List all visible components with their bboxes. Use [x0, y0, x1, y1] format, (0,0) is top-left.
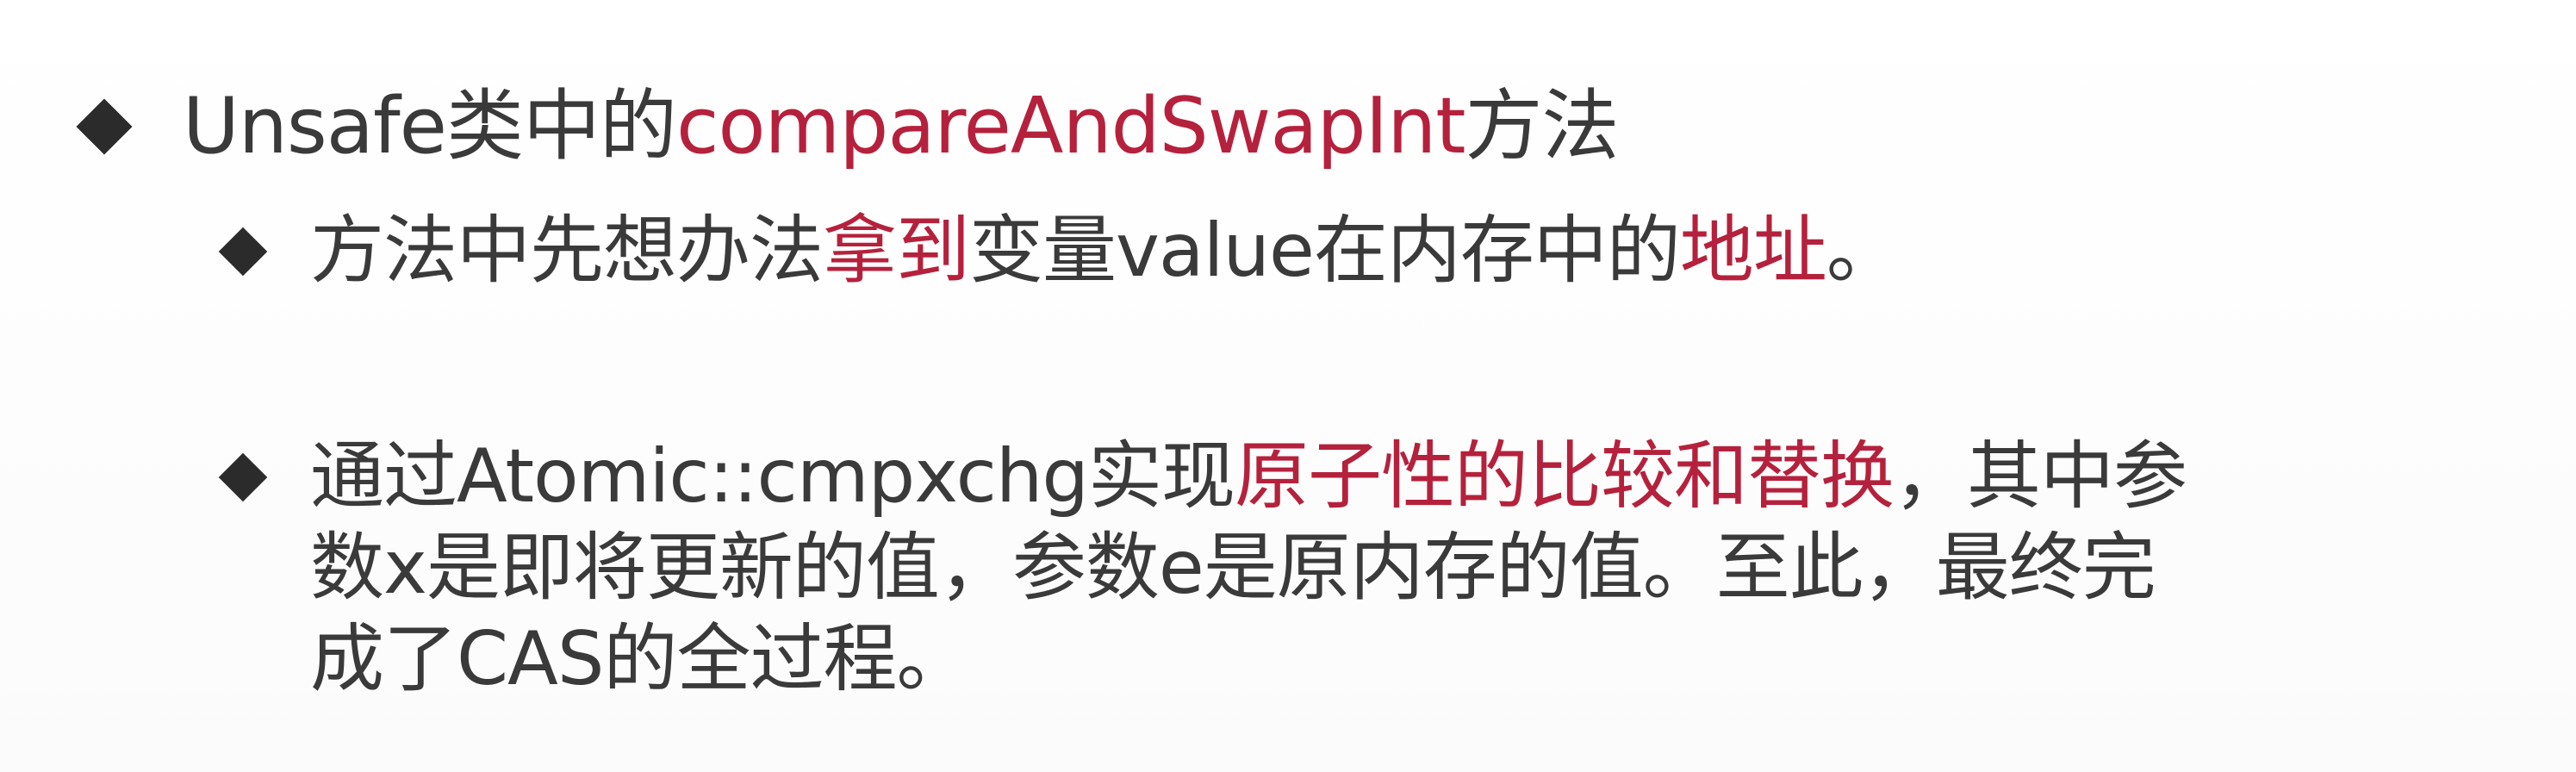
slide: Unsafe类中的compareAndSwapInt方法 方法中先想办法拿到变量…: [0, 0, 2576, 772]
bullet-text: 通过Atomic::cmpxchg实现原子性的比较和替换，其中参 数x是即将更新…: [310, 431, 2507, 705]
diamond-bullet-icon: [226, 460, 260, 495]
text-segment: Unsafe类中的: [183, 81, 677, 171]
text-segment: 数x是即将更新的值，参数e是原内存的值。至此，最终完: [310, 525, 2156, 611]
text-segment: 。: [1826, 208, 1901, 294]
text-line: 成了CAS的全过程。: [310, 613, 2507, 705]
text-line: 数x是即将更新的值，参数e是原内存的值。至此，最终完: [310, 522, 2507, 613]
diamond-bullet-icon: [84, 107, 124, 146]
bullet-text: Unsafe类中的compareAndSwapInt方法: [183, 76, 1620, 177]
highlight-segment: compareAndSwapInt: [676, 81, 1466, 171]
bullet-level2: 方法中先想办法拿到变量value在内存中的地址。: [226, 205, 1901, 296]
bullet-level2: 通过Atomic::cmpxchg实现原子性的比较和替换，其中参 数x是即将更新…: [226, 431, 2535, 705]
text-segment: 方法中先想办法: [310, 208, 824, 294]
highlight-segment: 拿到: [823, 208, 970, 294]
bullet-text: 方法中先想办法拿到变量value在内存中的地址。: [310, 205, 1901, 296]
text-segment: 方法: [1465, 81, 1620, 171]
text-segment: 通过Atomic::cmpxchg实现: [310, 433, 1235, 520]
text-line: 通过Atomic::cmpxchg实现原子性的比较和替换，其中参: [310, 431, 2507, 522]
highlight-segment: 原子性的比较和替换: [1234, 433, 1895, 520]
text-segment: 成了CAS的全过程。: [310, 616, 970, 702]
text-segment: 变量value在内存中的: [969, 208, 1681, 294]
diamond-bullet-icon: [226, 234, 260, 269]
highlight-segment: 地址: [1679, 208, 1827, 294]
bullet-level1: Unsafe类中的compareAndSwapInt方法: [84, 76, 1620, 177]
text-segment: ，其中参: [1893, 433, 2187, 520]
